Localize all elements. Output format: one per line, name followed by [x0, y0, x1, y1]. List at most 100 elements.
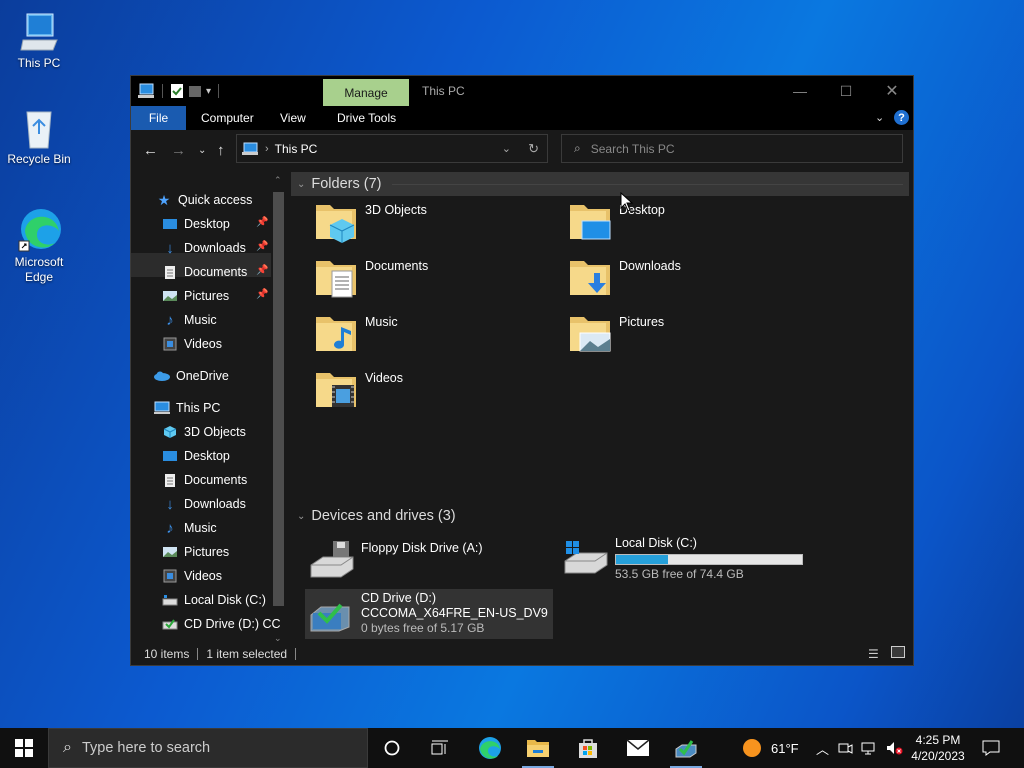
folder-documents[interactable]: Documents: [313, 254, 428, 304]
cortana-button[interactable]: [368, 728, 416, 768]
collapse-chevron-icon[interactable]: ⌄: [297, 179, 305, 190]
nav-pc-3d-objects[interactable]: 3D Objects: [161, 421, 246, 443]
nav-label: Documents: [184, 473, 248, 487]
pin-icon[interactable]: 📌: [256, 241, 268, 252]
taskbar-clock[interactable]: 4:25 PM 4/20/2023: [904, 732, 972, 764]
disk-usage-bar: [615, 554, 803, 565]
nav-label: Pictures: [184, 545, 230, 559]
forward-button[interactable]: →: [171, 143, 186, 158]
nav-pc-cd-drive[interactable]: CD Drive (D:) CC: [161, 613, 281, 635]
nav-onedrive[interactable]: OneDrive: [153, 365, 229, 387]
network-icon[interactable]: [861, 740, 877, 756]
pin-icon[interactable]: 📌: [256, 265, 268, 276]
tiles-view-icon[interactable]: [891, 646, 905, 658]
nav-label: This PC: [176, 401, 221, 415]
breadcrumb[interactable]: This PC: [275, 142, 318, 156]
address-bar[interactable]: › This PC ⌄ ↻: [236, 134, 548, 163]
help-button[interactable]: ?: [894, 110, 909, 125]
properties-icon[interactable]: [170, 83, 184, 99]
folder-music[interactable]: Music: [313, 310, 398, 360]
desktop-icon-label: Microsoft Edge: [14, 255, 64, 284]
search-box[interactable]: ⌕ Search This PC: [561, 134, 903, 163]
taskbar-edge[interactable]: [466, 728, 514, 768]
desktop-icon-edge[interactable]: Microsoft Edge: [1, 205, 77, 285]
nav-quick-pictures[interactable]: Pictures: [161, 285, 229, 307]
nav-pc-documents[interactable]: Documents: [161, 469, 247, 491]
taskbar-mail[interactable]: [614, 728, 662, 768]
local-disk-icon: [563, 534, 609, 580]
folder-desktop[interactable]: Desktop: [567, 198, 665, 248]
tray-overflow-chevron-icon[interactable]: ︿: [816, 739, 829, 758]
customize-qat-icon[interactable]: ▾: [206, 86, 211, 97]
drive-floppy[interactable]: Floppy Disk Drive (A:): [309, 536, 483, 586]
refresh-icon[interactable]: ↻: [528, 141, 539, 157]
scroll-up-icon[interactable]: ⌃: [274, 175, 282, 186]
taskbar-setup-app[interactable]: [662, 728, 710, 768]
tab-drive-tools[interactable]: Drive Tools: [323, 106, 410, 130]
close-button[interactable]: ✕: [869, 76, 915, 106]
nav-pc-pictures[interactable]: Pictures: [161, 541, 229, 563]
folder-pictures[interactable]: Pictures: [567, 310, 664, 360]
up-button[interactable]: ↑: [217, 143, 225, 158]
ribbon-tabs: File Computer View Drive Tools ⌄ ?: [131, 106, 913, 130]
nav-pc-music[interactable]: ♪ Music: [161, 517, 217, 539]
nav-pc-local-disk[interactable]: Local Disk (C:): [161, 589, 266, 611]
drive-cd[interactable]: CD Drive (D:) CCCOMA_X64FRE_EN-US_DV9 0 …: [309, 590, 548, 640]
back-button[interactable]: ←: [143, 143, 158, 158]
collapse-chevron-icon[interactable]: ⌄: [297, 511, 305, 522]
tab-computer[interactable]: Computer: [187, 106, 268, 130]
meet-now-icon[interactable]: [837, 740, 853, 756]
start-button[interactable]: [0, 728, 48, 768]
nav-scrollbar[interactable]: ⌃ ⌄: [270, 175, 287, 643]
group-divider: [391, 183, 903, 185]
tab-file[interactable]: File: [131, 106, 186, 130]
scrollbar-thumb[interactable]: [273, 192, 284, 606]
maximize-button[interactable]: ☐: [823, 76, 869, 106]
status-bar: 10 items 1 item selected ☰: [131, 643, 913, 665]
folders-group-header[interactable]: ⌄ Folders (7): [291, 172, 909, 196]
address-dropdown-icon[interactable]: ⌄: [502, 142, 511, 155]
expand-ribbon-icon[interactable]: ⌄: [875, 111, 884, 124]
folder-3d-objects[interactable]: 3D Objects: [313, 198, 427, 248]
devices-group-header[interactable]: ⌄ Devices and drives (3): [291, 504, 909, 528]
folder-videos[interactable]: Videos: [313, 366, 403, 416]
nav-label: Documents: [184, 265, 248, 279]
task-view-button[interactable]: [416, 728, 464, 768]
taskbar-file-explorer[interactable]: [514, 728, 562, 768]
nav-quick-music[interactable]: ♪ Music: [161, 309, 216, 331]
recent-locations-icon[interactable]: ⌄: [198, 144, 206, 158]
minimize-button[interactable]: —: [777, 76, 823, 106]
desktop-icon-recycle-bin[interactable]: Recycle Bin: [1, 108, 77, 167]
taskbar-search-box[interactable]: ⌕ Type here to search: [48, 728, 368, 768]
notifications-button[interactable]: [968, 728, 1014, 768]
breadcrumb-chevron-icon[interactable]: ›: [265, 143, 269, 155]
desktop-icon-this-pc[interactable]: This PC: [1, 10, 77, 71]
nav-pc-desktop[interactable]: Desktop: [161, 445, 230, 467]
nav-label: Music: [184, 521, 217, 535]
taskbar-store[interactable]: [564, 728, 612, 768]
drive-label: CD Drive (D:): [361, 591, 436, 605]
nav-pc-downloads[interactable]: ↓ Downloads: [161, 493, 246, 515]
nav-this-pc[interactable]: This PC: [153, 397, 220, 419]
nav-quick-videos[interactable]: Videos: [161, 333, 222, 355]
manage-context-tab[interactable]: Manage: [323, 79, 409, 106]
nav-quick-documents[interactable]: Documents: [161, 261, 247, 283]
nav-quick-desktop[interactable]: Desktop: [161, 213, 230, 235]
nav-quick-downloads[interactable]: ↓ Downloads: [161, 237, 246, 259]
details-view-icon[interactable]: ☰: [868, 647, 879, 661]
desktop-icon: [161, 216, 179, 232]
clock-time: 4:25 PM: [915, 733, 961, 747]
nav-pc-videos[interactable]: Videos: [161, 565, 222, 587]
videos-icon: [161, 568, 179, 584]
weather-widget[interactable]: 61°F: [742, 728, 799, 768]
folder-downloads[interactable]: Downloads: [567, 254, 681, 304]
drive-local-disk[interactable]: Local Disk (C:) 53.5 GB free of 74.4 GB: [563, 534, 803, 584]
nav-quick-access[interactable]: ★ Quick access: [155, 189, 253, 211]
tab-view[interactable]: View: [266, 106, 320, 130]
new-folder-icon[interactable]: [188, 83, 202, 99]
volume-muted-icon[interactable]: [885, 740, 903, 756]
pin-icon[interactable]: 📌: [256, 289, 268, 300]
edge-icon: [18, 209, 61, 252]
pin-icon[interactable]: 📌: [256, 217, 268, 228]
clock-date: 4/20/2023: [911, 749, 965, 763]
